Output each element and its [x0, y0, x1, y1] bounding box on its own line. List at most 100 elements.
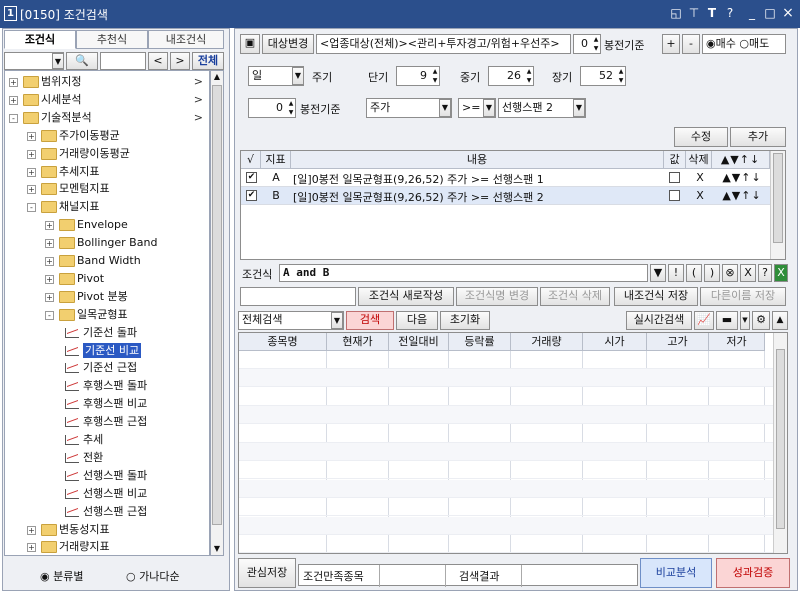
- save-my-condition-button[interactable]: 내조건식 저장: [614, 287, 698, 306]
- expand-icon[interactable]: -: [9, 113, 18, 123]
- expand-icon[interactable]: +: [27, 543, 36, 553]
- target-field[interactable]: <업종대상(전체)><관리+투자경고/위험+우선주>: [316, 34, 571, 54]
- results-scrollbar[interactable]: [773, 333, 787, 553]
- modify-button[interactable]: 수정: [674, 127, 728, 147]
- rename-condition-button[interactable]: 조건식명 변경: [456, 287, 538, 306]
- spin-icon[interactable]: ▲ ▼: [592, 35, 600, 53]
- next-icon[interactable]: >: [170, 52, 190, 70]
- font-icon[interactable]: T: [704, 5, 720, 21]
- expand-icon[interactable]: +: [27, 185, 36, 195]
- radio-sell[interactable]: ○매도: [739, 37, 769, 50]
- excel-icon[interactable]: X: [774, 264, 788, 282]
- scroll-thumb[interactable]: [212, 85, 222, 525]
- expand-icon[interactable]: -: [27, 203, 36, 213]
- tree-item[interactable]: + 변동성지표: [5, 521, 209, 539]
- radio-buy[interactable]: ◉매수: [706, 37, 736, 50]
- reorder-icons[interactable]: ▲▼↑↓: [713, 189, 771, 202]
- table-row[interactable]: ✔ B [일]0봉전 일목균형표(9,26,52) 주가 >= 선행스팬 2 X…: [241, 187, 770, 205]
- pin-icon[interactable]: ⊤: [686, 5, 702, 21]
- chevron-down-icon[interactable]: ▼: [439, 99, 451, 117]
- results-col-header[interactable]: 저가: [709, 333, 765, 351]
- plus-button[interactable]: +: [662, 34, 680, 54]
- chevron-down-icon[interactable]: ▼: [292, 67, 304, 85]
- reorder-icons[interactable]: ▲▼↑↓: [713, 171, 771, 184]
- chevron-down-icon[interactable]: ▼: [483, 99, 495, 117]
- delete-icon[interactable]: X: [687, 189, 713, 202]
- expand-icon[interactable]: +: [9, 78, 18, 87]
- expand-icon[interactable]: +: [45, 274, 54, 284]
- restore-layout-icon[interactable]: ◱: [668, 5, 684, 21]
- tree-item[interactable]: + 주가이동평균: [5, 127, 209, 145]
- tree-item[interactable]: 후행스팬 근접: [5, 413, 209, 431]
- value-checkbox[interactable]: [669, 190, 680, 201]
- close-paren-button[interactable]: ): [704, 264, 720, 282]
- tree-item[interactable]: - 기술적분석 >: [5, 109, 209, 127]
- expression-input[interactable]: A and B: [279, 264, 648, 282]
- tree-item[interactable]: 기준선 돌파: [5, 324, 209, 342]
- new-condition-button[interactable]: 조건식 새로작성: [358, 287, 454, 306]
- tree-item[interactable]: 기준선 비교: [5, 342, 209, 360]
- tree-item[interactable]: 후행스팬 돌파: [5, 377, 209, 395]
- expand-icon[interactable]: +: [45, 239, 54, 249]
- tree-item[interactable]: + Envelope: [5, 216, 209, 234]
- not-button[interactable]: !: [668, 264, 684, 282]
- table-row[interactable]: [239, 479, 773, 498]
- expr-dropdown-icon[interactable]: ▼: [650, 264, 666, 282]
- table-row[interactable]: [239, 516, 773, 535]
- open-paren-button[interactable]: (: [686, 264, 702, 282]
- spin-icon[interactable]: ▲ ▼: [525, 67, 533, 85]
- tree-item[interactable]: + 추세지표: [5, 163, 209, 181]
- chart-icon[interactable]: 📈: [694, 311, 714, 330]
- collapse-icon[interactable]: ▲: [772, 311, 788, 330]
- tree-item[interactable]: 선행스팬 돌파: [5, 467, 209, 485]
- row-checkbox[interactable]: ✔: [246, 172, 257, 183]
- tree-item[interactable]: 추세: [5, 431, 209, 449]
- row-checkbox[interactable]: ✔: [246, 190, 257, 201]
- tree-item[interactable]: + 모멘텀지표: [5, 180, 209, 198]
- expand-icon[interactable]: +: [45, 257, 54, 266]
- close-icon[interactable]: ×: [780, 5, 796, 21]
- clear-button[interactable]: X: [740, 264, 756, 282]
- gear-icon[interactable]: ⚙: [752, 311, 770, 330]
- tab-condition[interactable]: 조건식: [4, 30, 76, 49]
- tree-scrollbar[interactable]: ▲ ▼: [210, 70, 224, 556]
- minus-button[interactable]: -: [682, 34, 700, 54]
- results-col-header[interactable]: 시가: [583, 333, 647, 351]
- table-row[interactable]: [239, 535, 773, 553]
- delete-condition-button[interactable]: 조건식 삭제: [540, 287, 610, 306]
- expand-icon[interactable]: +: [27, 131, 36, 141]
- results-col-header[interactable]: 등락률: [449, 333, 511, 351]
- expand-icon[interactable]: +: [27, 525, 36, 535]
- xor-button[interactable]: ⊗: [722, 264, 738, 282]
- results-col-header[interactable]: 거래량: [511, 333, 583, 351]
- tree-item[interactable]: + 거래량이동평균: [5, 145, 209, 163]
- help-icon[interactable]: ?: [722, 5, 738, 21]
- expand-icon[interactable]: +: [27, 149, 36, 159]
- condition-table-scrollbar[interactable]: [770, 151, 785, 259]
- compare-button[interactable]: 비교분석: [640, 558, 712, 588]
- verify-button[interactable]: 성과검증: [716, 558, 790, 588]
- table-row[interactable]: [239, 498, 773, 517]
- delete-icon[interactable]: X: [687, 171, 713, 184]
- chevron-down-icon[interactable]: ▼: [52, 53, 64, 69]
- results-col-header[interactable]: 종목명: [239, 333, 327, 351]
- value-checkbox[interactable]: [669, 172, 680, 183]
- tree-item[interactable]: + 거래량지표: [5, 538, 209, 555]
- results-col-header[interactable]: 고가: [647, 333, 709, 351]
- tree-item[interactable]: + Band Width: [5, 252, 209, 270]
- spin-icon[interactable]: ▲ ▼: [431, 67, 439, 85]
- expand-icon[interactable]: +: [45, 292, 54, 302]
- tree-item[interactable]: 후행스팬 비교: [5, 395, 209, 413]
- expand-icon[interactable]: +: [45, 221, 54, 231]
- expand-icon[interactable]: +: [9, 95, 18, 105]
- reset-button[interactable]: 초기화: [440, 311, 490, 330]
- save-watchlist-button[interactable]: 관심저장: [238, 558, 296, 588]
- realtime-search-button[interactable]: 실시간검색: [626, 311, 692, 330]
- table-row[interactable]: [239, 443, 773, 461]
- tree-item[interactable]: + 시세분석 >: [5, 91, 209, 109]
- scroll-down-icon[interactable]: ▼: [212, 544, 222, 554]
- radio-alphabetical[interactable]: ○ 가나다순: [126, 568, 180, 584]
- help-button[interactable]: ?: [758, 264, 772, 282]
- condition-name-input[interactable]: [240, 287, 356, 306]
- spin-icon[interactable]: ▲ ▼: [287, 99, 295, 117]
